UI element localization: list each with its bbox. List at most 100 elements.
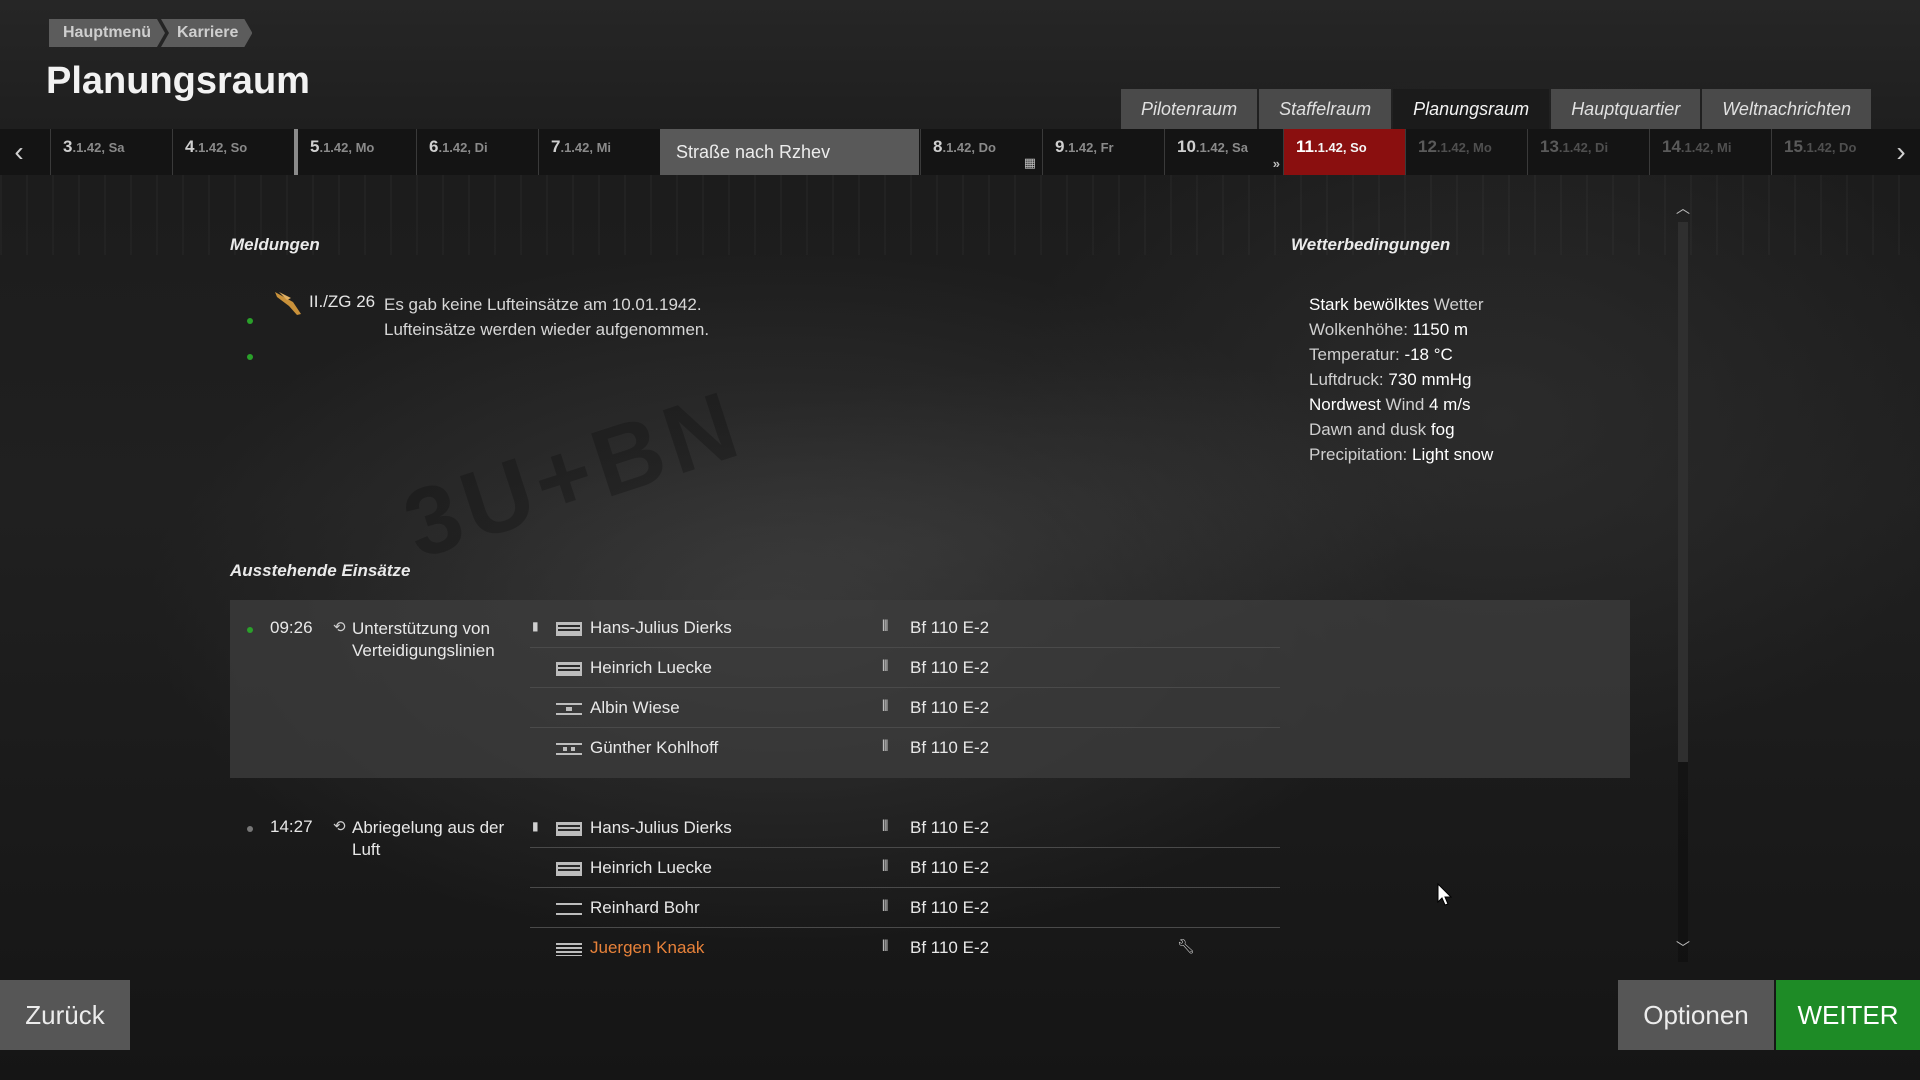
calendar-day[interactable]: 15.1.42, Do (1771, 129, 1881, 175)
calendar-strip: ‹ 3.1.42, Sa 4.1.42, So 5.1.42, Mo 6.1.4… (0, 129, 1920, 175)
weather-clouds: Stark bewölktes Wetter (1309, 292, 1493, 317)
rank-insignia-icon (556, 943, 582, 956)
pilot-row[interactable]: ▮ Hans-Julius Dierks ⫴ Bf 110 E-2 (530, 608, 1280, 648)
calendar-day[interactable]: 10.1.42, Sa » (1164, 129, 1286, 175)
pilot-row-player[interactable]: Juergen Knaak ⫴ Bf 110 E-2 🔧︎ (530, 928, 1280, 968)
message-line: Lufteinsätze werden wieder aufgenommen. (384, 320, 710, 339)
chevron-right-icon[interactable]: › (1882, 129, 1920, 175)
pilot-name: Heinrich Luecke (590, 658, 712, 677)
tab-pilotenraum[interactable]: Pilotenraum (1121, 89, 1258, 129)
pilot-name-player: Juergen Knaak (590, 938, 705, 957)
campaign-chapter-banner: Straße nach Rzhev (660, 129, 919, 175)
day-number: 13 (1540, 137, 1559, 156)
weather-label: Luftdruck: (1309, 370, 1389, 389)
rank-insignia-icon (556, 743, 582, 755)
calendar-day[interactable]: 7.1.42, Mi (538, 129, 660, 175)
weather-cloud-height: Wolkenhöhe: 1150 m (1309, 317, 1493, 342)
mission-time: 09:26 (270, 618, 313, 637)
loadout-icon[interactable]: ⫴ (882, 618, 888, 635)
weather-label: Wetter (1429, 295, 1484, 314)
tab-planungsraum[interactable]: Planungsraum (1393, 89, 1550, 129)
weather-wind: Nordwest Wind 4 m/s (1309, 392, 1493, 417)
loadout-icon[interactable]: ⫴ (882, 938, 888, 955)
calendar-day[interactable]: 6.1.42, Di (416, 129, 538, 175)
weather-value: 4 m/s (1429, 395, 1471, 414)
aircraft-type: Bf 110 E-2 (910, 618, 990, 637)
day-date: .1.42, Sa (1195, 140, 1248, 155)
calendar-day[interactable]: 9.1.42, Fr (1042, 129, 1164, 175)
day-date: .1.42, So (194, 140, 248, 155)
mission-card[interactable]: 14:27 ⟲ Abriegelung aus der Luft ▮ Hans-… (230, 800, 1630, 970)
mission-type-icon: ⟲ (333, 818, 346, 835)
pilot-row[interactable]: ▮ Hans-Julius Dierks ⫴ Bf 110 E-2 (530, 808, 1280, 848)
pilot-name: Heinrich Luecke (590, 858, 712, 877)
day-date: .1.42, Mi (560, 140, 612, 155)
missions-heading: Ausstehende Einsätze (230, 561, 411, 580)
aircraft-type: Bf 110 E-2 (910, 818, 990, 837)
day-date: .1.42, Sa (72, 140, 125, 155)
aircraft-type: Bf 110 E-2 (910, 658, 990, 677)
day-date: .1.42, Fr (1064, 140, 1114, 155)
weather-heading: Wetterbedingungen (1291, 235, 1451, 254)
calendar-day-today[interactable]: 11.1.42, So (1283, 129, 1405, 175)
tab-weltnachrichten[interactable]: Weltnachrichten (1702, 89, 1871, 129)
wrench-icon[interactable]: 🔧︎ (1177, 938, 1195, 955)
aircraft-type: Bf 110 E-2 (910, 738, 990, 757)
calendar-day[interactable]: 12.1.42, Mo (1405, 129, 1527, 175)
calendar-day[interactable]: 13.1.42, Di (1527, 129, 1649, 175)
mission-name: Abriegelung aus der Luft (352, 818, 505, 859)
pilot-name: Hans-Julius Dierks (590, 618, 732, 637)
calendar-day[interactable]: 8.1.42, Do ▦ (920, 129, 1042, 175)
mission-status-dot (247, 826, 253, 832)
rank-insignia-icon (556, 662, 582, 676)
weather-precipitation: Precipitation: Light snow (1309, 442, 1493, 467)
breadcrumb-main-menu[interactable]: Hauptmenü (49, 19, 165, 47)
day-number: 10 (1177, 137, 1196, 156)
weather-label: Precipitation: (1309, 445, 1412, 464)
calendar-day[interactable]: 5.1.42, Mo (294, 129, 416, 175)
mission-card[interactable]: 09:26 ⟲ Unterstützung von Verteidigungsl… (230, 600, 1630, 778)
calendar-day[interactable]: 3.1.42, Sa (50, 129, 172, 175)
pilot-row[interactable]: Günther Kohlhoff ⫴ Bf 110 E-2 (530, 728, 1280, 768)
pilot-row[interactable]: Albin Wiese ⫴ Bf 110 E-2 (530, 688, 1280, 728)
weather-fog: Dawn and dusk fog (1309, 417, 1493, 442)
pilot-row[interactable]: Reinhard Bohr ⫴ Bf 110 E-2 (530, 888, 1280, 928)
tab-bar: Pilotenraum Staffelraum Planungsraum Hau… (1121, 89, 1871, 129)
loadout-icon[interactable]: ⫴ (882, 698, 888, 715)
page-title: Planungsraum (46, 60, 310, 102)
day-date: .1.42, Mi (1680, 140, 1732, 155)
loadout-icon[interactable]: ⫴ (882, 898, 888, 915)
pilot-row[interactable]: Heinrich Luecke ⫴ Bf 110 E-2 (530, 848, 1280, 888)
tab-staffelraum[interactable]: Staffelraum (1259, 89, 1392, 129)
continue-button[interactable]: WEITER (1776, 980, 1920, 1050)
loadout-icon[interactable]: ⫴ (882, 738, 888, 755)
fast-forward-icon: » (1272, 156, 1280, 171)
breadcrumb-career[interactable]: Karriere (161, 19, 252, 47)
calendar-day[interactable]: 4.1.42, So (172, 129, 294, 175)
chevron-left-icon[interactable]: ‹ (0, 129, 38, 175)
scroll-down-icon[interactable]: ﹀ (1676, 938, 1690, 958)
day-date: .1.42, Di (1558, 140, 1609, 155)
scroll-up-icon[interactable]: ︿ (1676, 198, 1690, 218)
weather-pressure: Luftdruck: 730 mmHg (1309, 367, 1493, 392)
mission-time: 14:27 (270, 817, 313, 836)
scrollbar-thumb[interactable] (1678, 222, 1688, 762)
aircraft-type: Bf 110 E-2 (910, 698, 990, 717)
calendar-day[interactable]: 14.1.42, Mi (1649, 129, 1771, 175)
pilot-name: Reinhard Bohr (590, 898, 700, 917)
weather-label: Wolkenhöhe: (1309, 320, 1413, 339)
options-button[interactable]: Optionen (1618, 980, 1774, 1050)
calendar-icon: ▦ (1023, 155, 1036, 170)
weather-value: fog (1430, 420, 1455, 439)
message-unit: II./ZG 26 (309, 292, 376, 311)
loadout-icon[interactable]: ⫴ (882, 658, 888, 675)
pilot-row[interactable]: Heinrich Luecke ⫴ Bf 110 E-2 (530, 648, 1280, 688)
bookmark-icon: ▮ (532, 819, 539, 833)
day-date: .1.42, Mo (319, 140, 375, 155)
back-button[interactable]: Zurück (0, 980, 130, 1050)
loadout-icon[interactable]: ⫴ (882, 858, 888, 875)
loadout-icon[interactable]: ⫴ (882, 818, 888, 835)
day-number: 11 (1296, 137, 1314, 156)
tab-hauptquartier[interactable]: Hauptquartier (1551, 89, 1701, 129)
aircraft-type: Bf 110 E-2 (910, 938, 990, 957)
